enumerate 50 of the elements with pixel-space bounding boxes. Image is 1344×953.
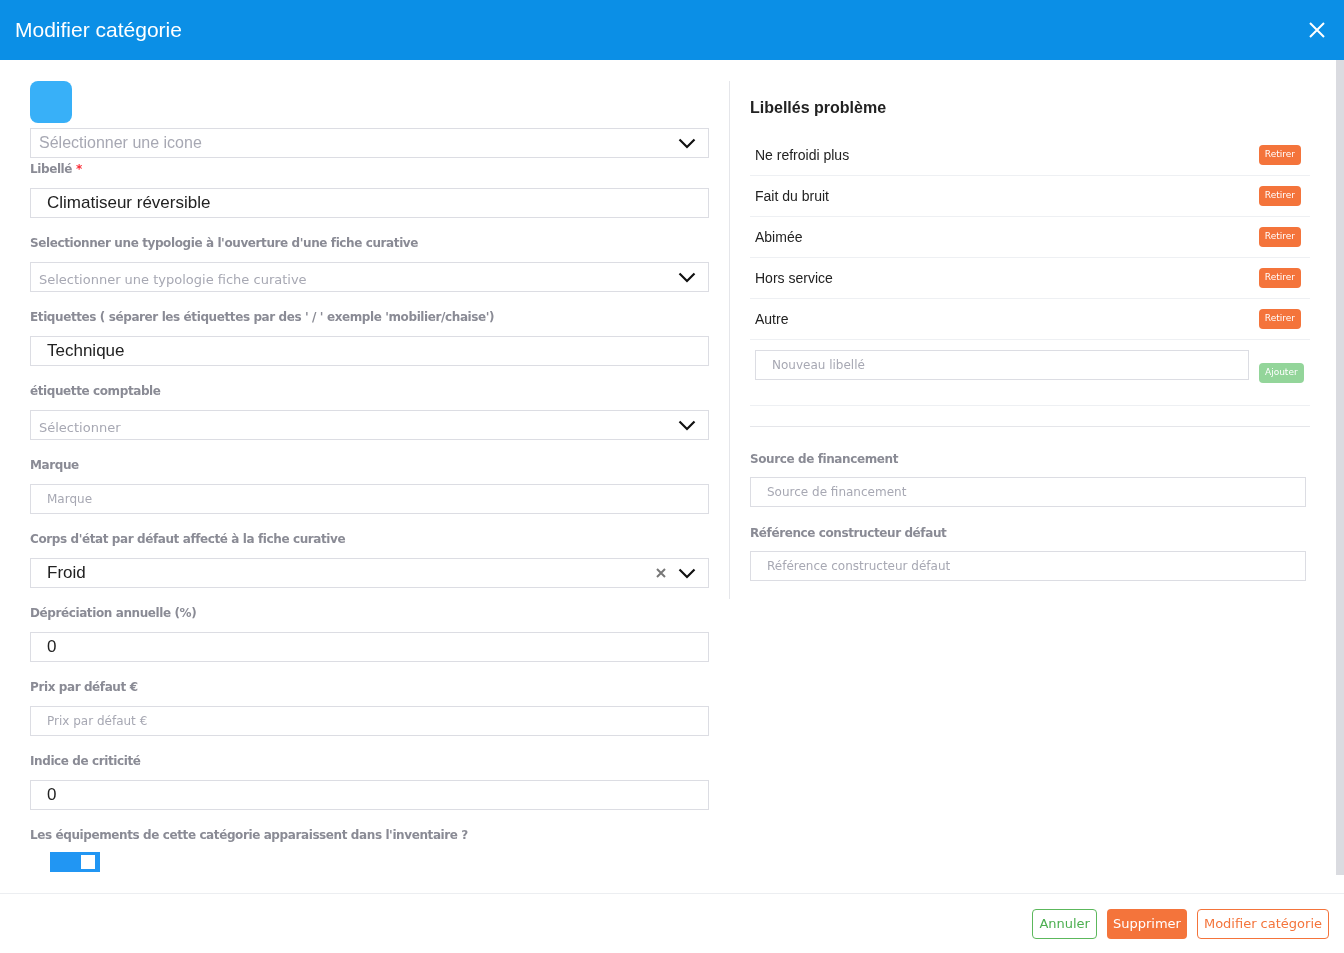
field-label: Les équipements de cette catégorie apparaissent dans l'inventaire ? bbox=[30, 827, 468, 844]
problem-label: Ne refroidi plus bbox=[755, 145, 850, 165]
dialog-title: Modifier catégorie bbox=[15, 17, 182, 44]
required-mark: * bbox=[76, 161, 82, 178]
close-icon[interactable] bbox=[1309, 22, 1325, 38]
problem-label: Fait du bruit bbox=[755, 186, 829, 206]
select-field[interactable]: Sélectionner bbox=[30, 410, 709, 440]
input-field[interactable]: Référence constructeur défaut bbox=[750, 551, 1306, 581]
remove-button[interactable]: Retirer bbox=[1258, 227, 1301, 247]
remove-button[interactable]: Retirer bbox=[1258, 186, 1301, 206]
chevron-down-icon bbox=[678, 419, 696, 431]
input-field[interactable]: 0 bbox=[30, 632, 709, 662]
problem-label: Hors service bbox=[755, 268, 833, 288]
input-field[interactable]: Marque bbox=[30, 484, 709, 514]
field-label: Etiquettes ( séparer les étiquettes par des ' / ' exemple 'mobilier/chaise') bbox=[30, 309, 495, 326]
field-label: Indice de criticité bbox=[30, 753, 141, 770]
input-field[interactable]: Source de financement bbox=[750, 477, 1306, 507]
submit-button[interactable]: Modifier catégorie bbox=[1196, 908, 1329, 939]
input-field[interactable]: Climatiseur réversible bbox=[30, 188, 709, 218]
input-field[interactable]: 0 bbox=[30, 780, 709, 810]
new-label-input[interactable]: Nouveau libellé bbox=[755, 350, 1249, 380]
field-label: Corps d'état par défaut affecté à la fiche curative bbox=[30, 531, 346, 548]
delete-button[interactable]: Supprimer bbox=[1106, 908, 1187, 939]
cancel-button[interactable]: Annuler bbox=[1032, 908, 1097, 939]
problem-label: Abimée bbox=[755, 227, 803, 247]
icon-color-swatch[interactable] bbox=[30, 81, 72, 123]
select-field[interactable]: Sélectionner une icone bbox=[30, 128, 709, 158]
remove-button[interactable]: Retirer bbox=[1258, 268, 1301, 288]
section-title: Libellés problème bbox=[750, 98, 888, 118]
input-field[interactable]: Prix par défaut € bbox=[30, 706, 709, 736]
chevron-down-icon bbox=[678, 567, 696, 579]
chevron-down-icon bbox=[678, 271, 696, 283]
field-label: Marque bbox=[30, 457, 79, 474]
field-label: Référence constructeur défaut bbox=[750, 525, 948, 540]
select-field[interactable]: Selectionner une typologie fiche curative bbox=[30, 262, 709, 292]
clear-icon[interactable] bbox=[656, 568, 666, 578]
field-label: Dépréciation annuelle (%) bbox=[30, 605, 197, 622]
field-label: Libellé bbox=[30, 161, 73, 178]
remove-button[interactable]: Retirer bbox=[1258, 145, 1301, 165]
select-field[interactable]: Froid bbox=[30, 558, 709, 588]
toggle-switch[interactable] bbox=[50, 852, 100, 872]
field-label: Source de financement bbox=[750, 451, 900, 466]
chevron-down-icon bbox=[678, 137, 696, 149]
remove-button[interactable]: Retirer bbox=[1258, 309, 1301, 329]
scrollbar[interactable] bbox=[1336, 60, 1344, 875]
field-label: Selectionner une typologie à l'ouverture d'une fiche curative bbox=[30, 235, 419, 252]
field-label: étiquette comptable bbox=[30, 383, 161, 400]
field-label: Prix par défaut € bbox=[30, 679, 138, 696]
input-field[interactable]: Technique bbox=[30, 336, 709, 366]
problem-label: Autre bbox=[755, 309, 789, 329]
